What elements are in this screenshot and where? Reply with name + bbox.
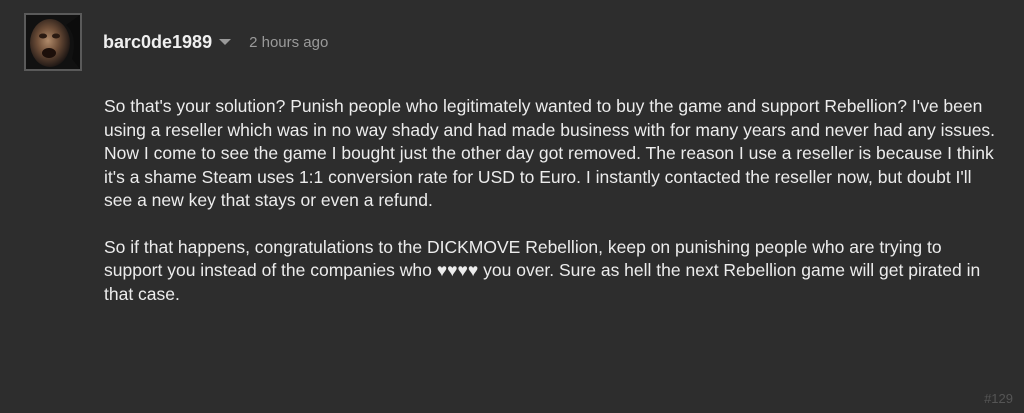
comment-card: barc0de1989 2 hours ago So that's your s… <box>0 0 1024 413</box>
comment-body: So that's your solution? Punish people w… <box>104 95 1004 329</box>
author-name[interactable]: barc0de1989 <box>103 32 212 53</box>
chevron-down-icon[interactable] <box>219 39 232 45</box>
comment-header: barc0de1989 2 hours ago <box>103 31 328 53</box>
avatar[interactable] <box>24 13 82 71</box>
comment-number[interactable]: #129 <box>984 391 1013 406</box>
comment-paragraph: So if that happens, congratulations to t… <box>104 236 981 304</box>
comment-paragraph: So that's your solution? Punish people w… <box>104 96 996 210</box>
timestamp[interactable]: 2 hours ago <box>249 34 328 51</box>
avatar-image <box>26 15 80 69</box>
